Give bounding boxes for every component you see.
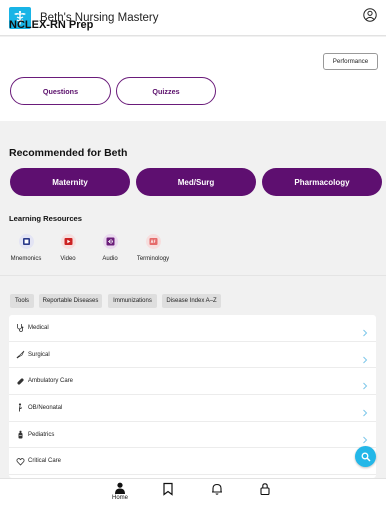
bandage-icon	[16, 377, 25, 386]
resource-video[interactable]: Video	[48, 234, 88, 262]
nav-home[interactable]: Home	[105, 482, 135, 504]
list-item-label: Medical	[28, 324, 49, 331]
recommended-medsurg-button[interactable]: Med/Surg	[136, 168, 256, 196]
bottom-navigation: Home	[0, 478, 386, 505]
resource-label: Mnemonics	[10, 256, 42, 262]
lock-icon	[260, 483, 270, 496]
nav-notifications[interactable]	[202, 482, 232, 504]
tab-disease-index[interactable]: Disease Index A–Z	[162, 294, 221, 308]
stethoscope-icon	[16, 323, 25, 333]
resource-terminology[interactable]: Terminology	[133, 234, 173, 262]
category-list: Medical Surgical Ambulatory Care OB/Neon…	[9, 315, 376, 478]
list-item-ob-neonatal[interactable]: OB/Neonatal	[9, 395, 376, 422]
tab-immunizations[interactable]: Immunizations	[108, 294, 157, 308]
nav-home-label: Home	[111, 495, 128, 501]
questions-button[interactable]: Questions	[10, 77, 111, 105]
bookmark-icon	[163, 482, 173, 496]
terminology-icon	[145, 234, 161, 249]
resource-label: Video	[60, 256, 76, 262]
list-item-label: Surgical	[28, 351, 50, 358]
nav-lock[interactable]	[250, 482, 280, 504]
chevron-right-icon	[362, 324, 368, 337]
prep-title: NCLEX-RN Prep	[9, 19, 94, 31]
tab-tools[interactable]: Tools	[10, 294, 34, 308]
resource-mnemonics[interactable]: Mnemonics	[6, 234, 46, 262]
list-item-ambulatory-care[interactable]: Ambulatory Care	[9, 368, 376, 396]
search-fab-button[interactable]	[355, 446, 376, 467]
list-item-medical[interactable]: Medical	[9, 315, 376, 342]
chevron-right-icon	[362, 351, 368, 363]
scalpel-icon	[16, 350, 25, 359]
bell-icon	[212, 483, 222, 495]
baby-bottle-icon	[16, 430, 25, 439]
tab-reportable-diseases[interactable]: Reportable Diseases	[39, 294, 102, 308]
list-item-pediatrics[interactable]: Pediatrics	[9, 422, 376, 449]
pregnancy-icon	[16, 403, 25, 412]
search-icon	[361, 452, 371, 462]
audio-icon	[102, 234, 118, 249]
video-icon	[60, 234, 76, 249]
nav-bookmarks[interactable]	[153, 482, 183, 504]
list-item-critical-care[interactable]: Critical Care	[9, 449, 376, 476]
chevron-right-icon	[362, 377, 368, 390]
resource-audio[interactable]: Audio	[90, 234, 130, 262]
section-divider	[0, 275, 386, 276]
resource-label: Terminology	[136, 256, 170, 262]
performance-button[interactable]: Performance	[323, 53, 378, 70]
list-item-label: Pediatrics	[28, 431, 55, 438]
recommended-pharmacology-button[interactable]: Pharmacology	[262, 168, 382, 196]
chevron-right-icon	[362, 431, 368, 443]
resource-label: Audio	[102, 256, 118, 262]
account-icon[interactable]	[363, 8, 377, 22]
heart-monitor-icon	[16, 457, 25, 466]
recommended-maternity-button[interactable]: Maternity	[10, 168, 130, 196]
learning-resources-title: Learning Resources	[9, 214, 83, 223]
quizzes-button[interactable]: Quizzes	[116, 77, 216, 105]
list-item-label: OB/Neonatal	[28, 404, 63, 411]
recommended-title: Recommended for Beth	[9, 147, 128, 159]
person-icon	[115, 482, 125, 494]
list-item-label: Ambulatory Care	[28, 378, 74, 385]
chevron-right-icon	[362, 404, 368, 417]
mnemonics-icon	[18, 234, 34, 249]
list-item-surgical[interactable]: Surgical	[9, 342, 376, 369]
list-item-label: Critical Care	[28, 458, 62, 465]
